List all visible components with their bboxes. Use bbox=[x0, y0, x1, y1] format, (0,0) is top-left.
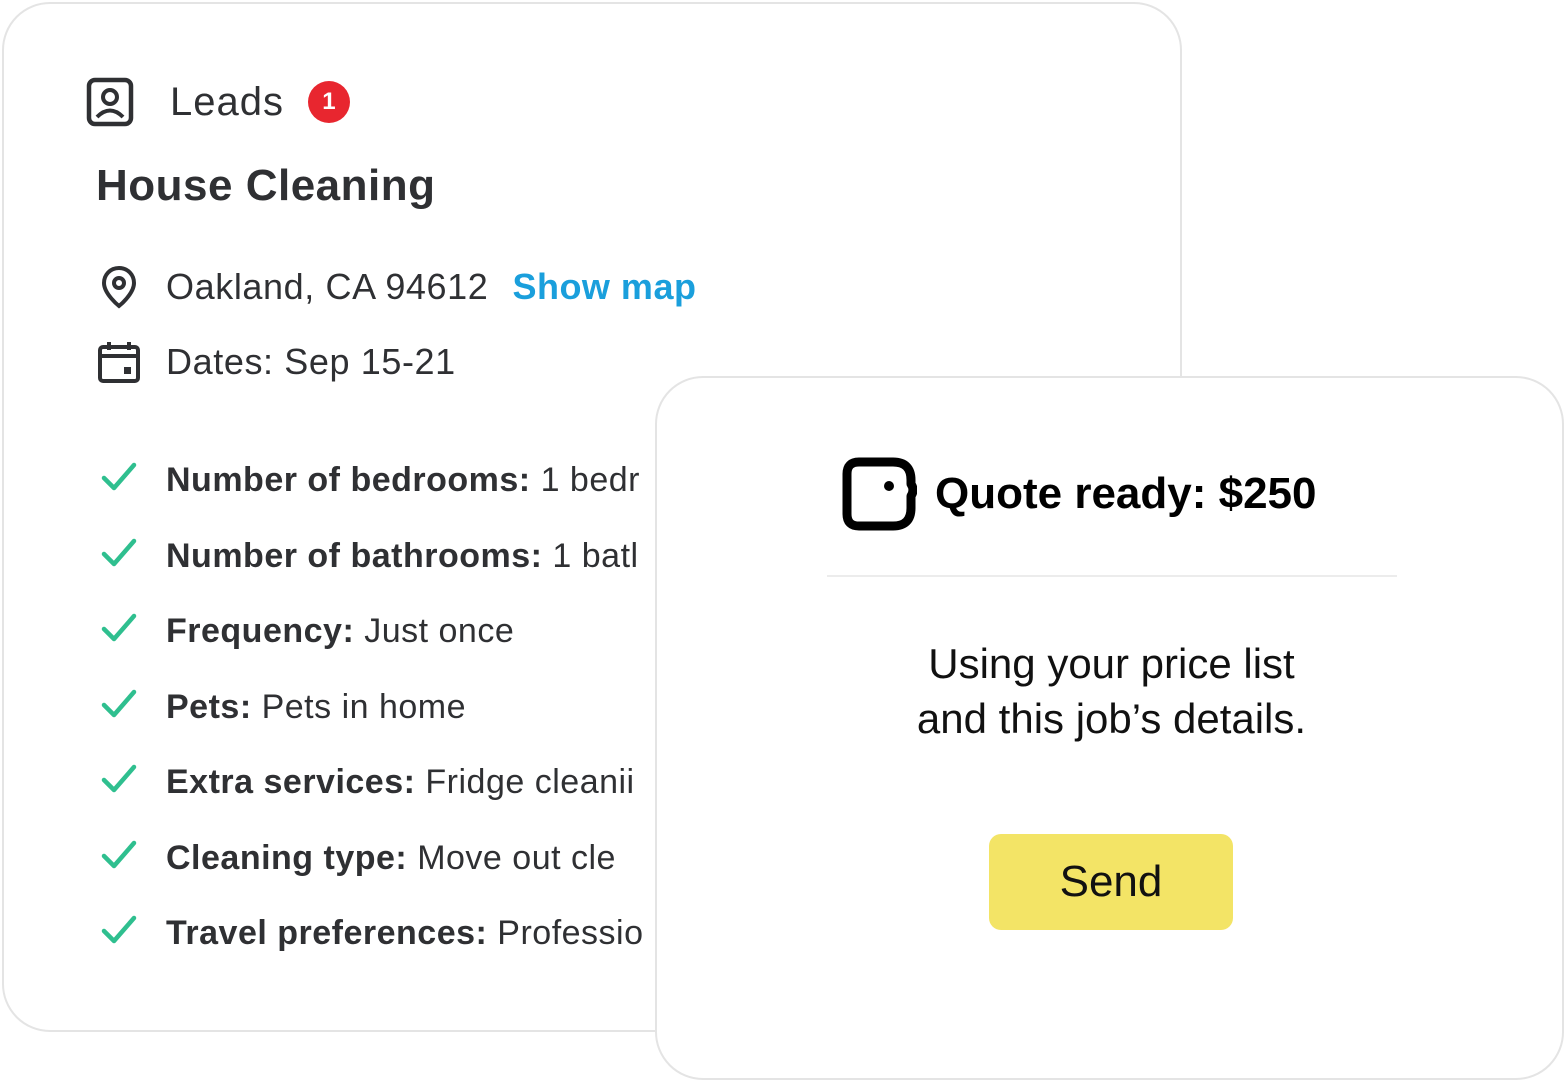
detail-text: Travel preferences: Professio bbox=[166, 907, 644, 959]
detail-key: Cleaning type: bbox=[166, 838, 408, 877]
job-title: House Cleaning bbox=[96, 161, 436, 210]
contact-card-icon bbox=[84, 76, 136, 128]
list-item: Number of bathrooms: 1 batl bbox=[96, 530, 644, 606]
divider bbox=[827, 575, 1397, 577]
app-logo-icon bbox=[841, 456, 917, 532]
detail-value: Professio bbox=[497, 914, 644, 952]
show-map-link[interactable]: Show map bbox=[512, 266, 696, 308]
list-item: Pets: Pets in home bbox=[96, 681, 644, 757]
job-details-list: Number of bedrooms: 1 bedr Number of bat… bbox=[96, 454, 644, 983]
detail-key: Number of bathrooms: bbox=[166, 536, 543, 575]
list-item: Travel preferences: Professio bbox=[96, 907, 644, 983]
detail-text: Number of bathrooms: 1 batl bbox=[166, 530, 639, 582]
location-text: Oakland, CA 94612 bbox=[166, 266, 489, 307]
detail-key: Extra services: bbox=[166, 763, 416, 801]
detail-value: Pets in home bbox=[261, 687, 467, 726]
check-icon bbox=[96, 832, 142, 878]
check-icon bbox=[96, 756, 142, 802]
quote-title: Quote ready: $250 bbox=[935, 469, 1317, 518]
check-icon bbox=[96, 605, 142, 651]
list-item: Number of bedrooms: 1 bedr bbox=[96, 454, 644, 530]
detail-key: Travel preferences: bbox=[166, 914, 488, 952]
leads-header[interactable]: Leads 1 bbox=[84, 74, 350, 130]
check-icon bbox=[96, 681, 142, 727]
calendar-icon bbox=[96, 339, 142, 385]
leads-label: Leads bbox=[170, 79, 284, 124]
detail-text: Number of bedrooms: 1 bedr bbox=[166, 454, 640, 506]
dates-row: Dates: Sep 15-21 bbox=[96, 337, 456, 387]
dates-text: Dates: Sep 15-21 bbox=[166, 341, 456, 382]
detail-text: Extra services: Fridge cleanii bbox=[166, 756, 635, 808]
list-item: Frequency: Just once bbox=[96, 605, 644, 681]
detail-key: Frequency: bbox=[166, 612, 355, 650]
detail-value: 1 batl bbox=[552, 536, 639, 575]
quote-header: Quote ready: $250 bbox=[841, 456, 1317, 532]
location-row: Oakland, CA 94612 Show map bbox=[96, 262, 696, 312]
send-button[interactable]: Send bbox=[989, 834, 1233, 930]
quote-description-line: and this job’s details. bbox=[916, 695, 1307, 742]
quote-description-line: Using your price list bbox=[928, 640, 1295, 687]
stage: Leads 1 House Cleaning Oakland, CA 94612… bbox=[0, 0, 1565, 1081]
detail-value: 1 bedr bbox=[540, 461, 640, 499]
map-pin-icon bbox=[96, 264, 142, 310]
leads-count-badge: 1 bbox=[307, 81, 350, 123]
check-icon bbox=[96, 530, 142, 576]
list-item: Extra services: Fridge cleanii bbox=[96, 756, 644, 832]
quote-card: Quote ready: $250 Using your price list … bbox=[655, 376, 1564, 1080]
detail-text: Pets: Pets in home bbox=[166, 681, 466, 733]
detail-key: Number of bedrooms: bbox=[166, 461, 531, 499]
detail-text: Cleaning type: Move out cle bbox=[166, 832, 616, 884]
detail-value: Move out cle bbox=[417, 838, 616, 877]
check-icon bbox=[96, 907, 142, 953]
detail-value: Fridge cleanii bbox=[425, 763, 635, 801]
list-item: Cleaning type: Move out cle bbox=[96, 832, 644, 908]
detail-text: Frequency: Just once bbox=[166, 605, 514, 657]
detail-value: Just once bbox=[364, 612, 515, 650]
detail-key: Pets: bbox=[166, 687, 252, 726]
quote-description: Using your price list and this job’s det… bbox=[657, 636, 1565, 746]
check-icon bbox=[96, 454, 142, 500]
